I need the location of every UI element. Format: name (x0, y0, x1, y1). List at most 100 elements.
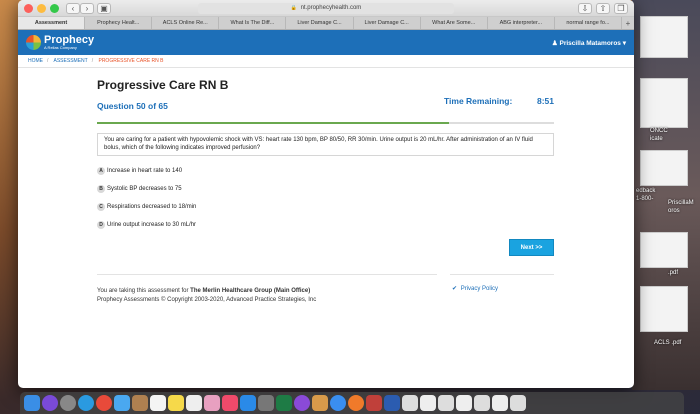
desktop-file-icon[interactable] (640, 78, 688, 128)
messenger-icon[interactable] (330, 395, 346, 411)
tab-what-are-some[interactable]: What Are Some... (421, 17, 488, 29)
tab-assessment[interactable]: Assessment (18, 17, 86, 29)
answer-option-c[interactable]: C Respirations decreased to 18/min (97, 201, 554, 212)
game-icon[interactable] (312, 395, 328, 411)
option-text: Systolic BP decreases to 75 (107, 185, 182, 192)
prophecy-logo-icon (26, 35, 41, 50)
prophecy-logo[interactable]: Prophecy A Relias Company (26, 35, 94, 50)
tab-acls-online[interactable]: ACLS Online Re... (152, 17, 220, 29)
lock-icon: 🔒 (290, 5, 297, 11)
music-icon[interactable] (222, 395, 238, 411)
user-icon: ♟ (551, 39, 558, 47)
launchpad-icon[interactable] (60, 395, 76, 411)
mail-icon[interactable] (114, 395, 130, 411)
option-letter-badge: C (97, 202, 105, 211)
podcasts-icon[interactable] (294, 395, 310, 411)
desktop-label: 1-800- (636, 196, 654, 202)
user-name: Priscilla Matamoros (559, 39, 621, 47)
breadcrumb-current: PROGRESSIVE CARE RN B (98, 58, 164, 64)
assessment-panel: Progressive Care RN B Question 50 of 65 … (97, 78, 554, 256)
answer-options: A Increase in heart rate to 140 B Systol… (97, 165, 554, 230)
chevron-down-icon: ▾ (622, 39, 626, 47)
minimize-window-button[interactable] (37, 3, 46, 13)
breadcrumb-assessment[interactable]: ASSESSMENT (54, 58, 88, 64)
photo-booth-icon[interactable] (366, 395, 382, 411)
notes-icon[interactable] (168, 395, 184, 411)
document-thumbnail-icon[interactable] (492, 395, 508, 411)
privacy-policy-link[interactable]: ✔ Privacy Policy (452, 285, 498, 292)
option-letter-badge: A (97, 166, 105, 175)
footer-divider (97, 274, 437, 275)
tab-prophecy-health[interactable]: Prophecy Healt... (85, 17, 153, 29)
app-header: Prophecy A Relias Company ♟ Priscilla Ma… (18, 30, 634, 55)
share-icon[interactable]: ⇧ (596, 3, 610, 14)
next-button[interactable]: Next >> (509, 239, 554, 256)
close-window-button[interactable] (24, 3, 33, 13)
option-letter-badge: B (97, 184, 105, 193)
document-thumbnail-icon[interactable] (474, 395, 490, 411)
app-store-icon[interactable] (240, 395, 256, 411)
calendar-icon[interactable] (150, 395, 166, 411)
tab-liver-damage-2[interactable]: Liver Damage C... (354, 17, 421, 29)
tab-normal-range[interactable]: normal range fo... (555, 17, 622, 29)
progress-fill (97, 122, 449, 124)
address-bar[interactable]: 🔒 nt.prophecyhealth.com (198, 3, 454, 14)
document-thumbnail-icon[interactable] (456, 395, 472, 411)
finder-icon[interactable] (24, 395, 40, 411)
user-menu[interactable]: ♟ Priscilla Matamoros ▾ (552, 39, 626, 47)
settings-icon[interactable] (258, 395, 274, 411)
desktop-label: icate (650, 136, 663, 142)
chrome-icon[interactable] (96, 395, 112, 411)
new-tab-icon[interactable]: + (622, 17, 634, 29)
question-text: You are caring for a patient with hypovo… (97, 133, 554, 156)
tab-liver-damage-1[interactable]: Liver Damage C... (286, 17, 354, 29)
footer-divider (450, 274, 554, 275)
desktop-file-icon[interactable] (640, 150, 688, 186)
option-text: Respirations decreased to 18/min (107, 203, 197, 210)
privacy-policy-label: Privacy Policy (460, 286, 499, 292)
sidebar-icon[interactable]: ▣ (97, 2, 111, 14)
tabs-overview-icon[interactable]: ❐ (614, 3, 628, 14)
word-icon[interactable] (384, 395, 400, 411)
desktop-label: PriscillaM (668, 200, 694, 206)
option-text: Urine output increase to 30 mL/hr (107, 221, 197, 228)
desktop-file-icon[interactable] (640, 16, 688, 58)
document-thumbnail-icon[interactable] (510, 395, 526, 411)
desktop-file-icon[interactable] (640, 232, 688, 268)
option-letter-badge: D (97, 220, 105, 229)
answer-option-b[interactable]: B Systolic BP decreases to 75 (97, 183, 554, 194)
browser-window: ‹ › ▣ 🔒 nt.prophecyhealth.com ⇩ ⇧ ❐ Asse… (18, 0, 634, 388)
excel-icon[interactable] (276, 395, 292, 411)
option-text: Increase in heart rate to 140 (107, 167, 183, 174)
document-thumbnail-icon[interactable] (420, 395, 436, 411)
forward-arrow-icon[interactable]: › (80, 2, 94, 14)
desktop-file-icon[interactable] (640, 286, 688, 332)
reminders-icon[interactable] (186, 395, 202, 411)
safari-icon[interactable] (78, 395, 94, 411)
desktop-label: .pdf (668, 270, 679, 276)
address-url: nt.prophecyhealth.com (300, 5, 362, 11)
footer-organization: The Merlin Healthcare Group (Main Office… (190, 288, 311, 294)
footer-copyright: Prophecy Assessments © Copyright 2003-20… (97, 297, 317, 303)
back-arrow-icon[interactable]: ‹ (66, 2, 80, 14)
answer-option-a[interactable]: A Increase in heart rate to 140 (97, 165, 554, 176)
maximize-window-button[interactable] (50, 3, 59, 13)
question-counter: Question 50 of 65 (97, 101, 168, 111)
tab-bar: Assessment Prophecy Healt... ACLS Online… (18, 17, 634, 30)
footer-taking-prefix: You are taking this assessment for (97, 288, 189, 294)
siri-icon[interactable] (42, 395, 58, 411)
answer-option-d[interactable]: D Urine output increase to 30 mL/hr (97, 219, 554, 230)
tab-what-is-the-diff[interactable]: What Is The Diff... (219, 17, 287, 29)
download-icon[interactable]: ⇩ (578, 3, 592, 14)
page-title: Progressive Care RN B (97, 78, 229, 92)
document-thumbnail-icon[interactable] (402, 395, 418, 411)
document-thumbnail-icon[interactable] (438, 395, 454, 411)
dock (20, 392, 684, 414)
firefox-icon[interactable] (348, 395, 364, 411)
photos-icon[interactable] (204, 395, 220, 411)
tab-abg-interpreter[interactable]: ABG interpreter... (488, 17, 555, 29)
checkmark-icon: ✔ (452, 286, 458, 292)
breadcrumb-home[interactable]: HOME (28, 58, 43, 64)
desktop-label: ACLS .pdf (654, 340, 682, 346)
contacts-icon[interactable] (132, 395, 148, 411)
